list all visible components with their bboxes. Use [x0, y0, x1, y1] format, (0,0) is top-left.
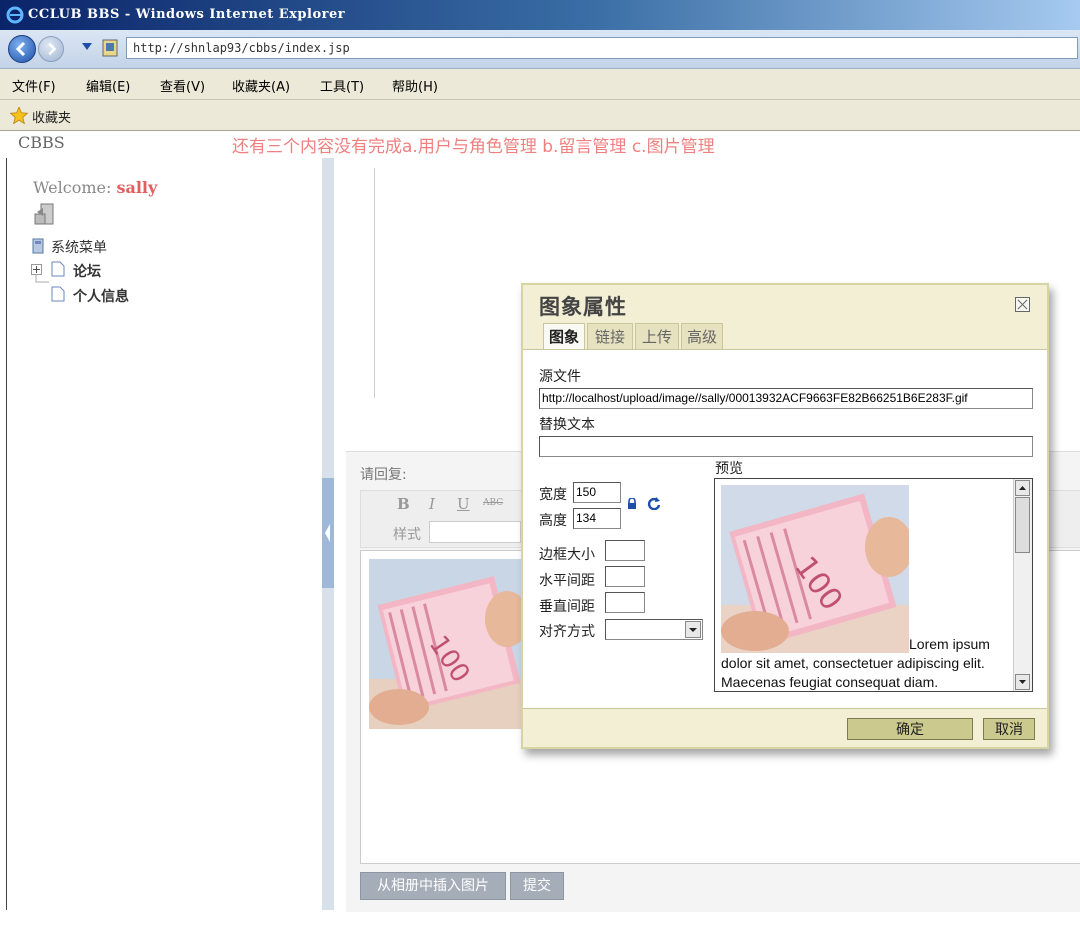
window-title-bar: CCLUB BBS - Windows Internet Explorer: [0, 0, 1080, 30]
tree-item-forum[interactable]: 论坛: [73, 261, 101, 281]
document-icon: [51, 261, 65, 277]
alt-text-input[interactable]: [539, 436, 1033, 457]
height-input[interactable]: 134: [573, 508, 621, 529]
menu-file[interactable]: 文件(F): [12, 76, 56, 95]
url-input[interactable]: http://shnlap93/cbbs/index.jsp: [126, 37, 1078, 59]
preview-label: 预览: [715, 461, 743, 477]
exit-icon[interactable]: [33, 202, 59, 228]
address-bar: http://shnlap93/cbbs/index.jsp: [0, 30, 1080, 69]
welcome-text: Welcome: sally: [33, 178, 157, 197]
star-icon: [10, 107, 28, 124]
preview-text: Lorem ipsum dolor sit amet, consectetuer…: [721, 636, 990, 690]
menu-help[interactable]: 帮助(H): [392, 76, 438, 95]
border-input[interactable]: [605, 540, 645, 561]
collapse-toggle[interactable]: [322, 478, 334, 588]
computer-icon: [32, 238, 44, 254]
pane-splitter[interactable]: [322, 158, 334, 910]
bold-button[interactable]: B: [397, 495, 410, 513]
username: sally: [116, 178, 158, 197]
source-input[interactable]: http://localhost/upload/image//sally/000…: [539, 388, 1033, 409]
tab-image[interactable]: 图象: [543, 323, 585, 350]
width-label: 宽度: [539, 487, 567, 503]
tab-advanced[interactable]: 高级: [681, 323, 723, 349]
url-text: http://shnlap93/cbbs/index.jsp: [133, 41, 350, 55]
alt-text-label: 替换文本: [539, 417, 595, 433]
menu-view[interactable]: 查看(V): [160, 76, 205, 95]
tab-upload[interactable]: 上传: [635, 323, 679, 349]
tab-link[interactable]: 链接: [587, 323, 633, 349]
tree-root: 系统菜单: [51, 240, 107, 256]
preview-scrollbar[interactable]: [1013, 479, 1032, 691]
money-image: 100: [369, 559, 524, 729]
collapse-arrow-icon: [325, 524, 330, 542]
vspace-label: 垂直间距: [539, 599, 595, 615]
dialog-body: 源文件 http://localhost/upload/image//sally…: [523, 349, 1047, 709]
italic-button[interactable]: I: [429, 495, 435, 513]
scroll-up-icon[interactable]: [1015, 480, 1030, 496]
reset-icon[interactable]: [647, 496, 661, 510]
menu-tools[interactable]: 工具(T): [320, 76, 364, 95]
preview-money-image: 100: [721, 485, 909, 653]
left-sidebar: Welcome: sally 系统菜单 论坛 个人信息: [6, 158, 324, 910]
ie-logo-icon: [6, 6, 24, 24]
width-input[interactable]: 150: [573, 482, 621, 503]
forward-button[interactable]: [38, 36, 64, 62]
menu-edit[interactable]: 编辑(E): [86, 76, 130, 95]
border-label: 边框大小: [539, 547, 595, 563]
insert-from-album-button[interactable]: 从相册中插入图片: [360, 872, 506, 900]
document-icon: [51, 286, 65, 302]
forward-icon: [48, 42, 57, 56]
align-label: 对齐方式: [539, 624, 595, 640]
style-label: 样式: [393, 527, 421, 543]
image-properties-dialog: 图象属性 图象 链接 上传 高级 源文件 http://localhost/up…: [521, 283, 1049, 749]
height-label: 高度: [539, 513, 567, 529]
welcome-label: Welcome:: [33, 178, 112, 197]
strike-button[interactable]: ABC: [483, 498, 503, 508]
scroll-thumb[interactable]: [1015, 497, 1030, 553]
vspace-input[interactable]: [605, 592, 645, 613]
favorites-button[interactable]: 收藏夹: [32, 107, 71, 126]
lock-icon[interactable]: [627, 498, 637, 510]
hspace-label: 水平间距: [539, 573, 595, 589]
todo-note: 还有三个内容没有完成a.用户与角色管理 b.留言管理 c.图片管理: [232, 137, 715, 157]
divider: [374, 168, 375, 398]
hspace-input[interactable]: [605, 566, 645, 587]
underline-button[interactable]: U: [457, 495, 470, 513]
back-button[interactable]: [8, 35, 36, 63]
tree-item-profile[interactable]: 个人信息: [73, 286, 129, 306]
site-logo: CBBS: [18, 133, 65, 152]
back-icon: [15, 41, 26, 57]
close-icon[interactable]: [1015, 297, 1030, 312]
menu-favorites[interactable]: 收藏夹(A): [232, 76, 290, 95]
submit-button[interactable]: 提交: [510, 872, 564, 900]
ok-button[interactable]: 确定: [847, 718, 973, 740]
source-label: 源文件: [539, 369, 581, 385]
cancel-button[interactable]: 取消: [983, 718, 1035, 740]
preview-pane: 100 Lorem ipsum dolor sit amet, consecte…: [714, 478, 1033, 692]
favorites-bar: 收藏夹: [0, 100, 1080, 131]
select-arrow-icon[interactable]: [685, 621, 701, 638]
dialog-title: 图象属性: [539, 295, 627, 319]
tree-line: [35, 274, 49, 283]
style-select[interactable]: [429, 521, 521, 543]
menu-bar: 文件(F) 编辑(E) 查看(V) 收藏夹(A) 工具(T) 帮助(H): [0, 69, 1080, 100]
scroll-down-icon[interactable]: [1015, 674, 1030, 690]
window-title: CCLUB BBS - Windows Internet Explorer: [28, 7, 346, 22]
page-icon: [102, 39, 118, 57]
reply-label: 请回复:: [360, 467, 407, 483]
dropdown-icon[interactable]: [82, 43, 92, 51]
